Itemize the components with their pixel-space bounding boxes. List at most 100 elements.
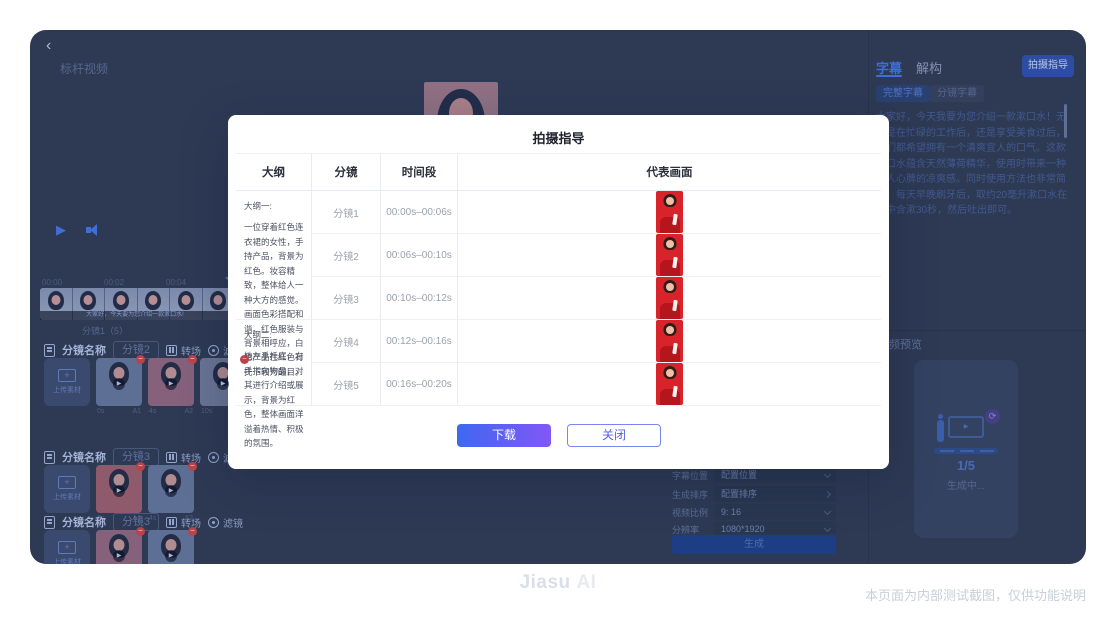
transition-button[interactable]: 转场: [166, 450, 201, 465]
clip-thumbnail[interactable]: ▶: [148, 530, 194, 564]
setting-row-aspect-ratio: 视频比例 9: 16: [672, 504, 836, 520]
upload-material-button[interactable]: + 上传素材: [44, 358, 90, 406]
play-icon: ▶: [165, 550, 177, 562]
player-frame-icon: ▶: [948, 416, 984, 438]
shot-cell: 分镜4: [312, 320, 381, 363]
upload-folder-icon: +: [58, 476, 76, 489]
time-cell: 00:06s–00:10s: [381, 234, 458, 277]
frame-image: [656, 277, 683, 319]
guide-table: 大纲 分镜 时间段 代表画面 大纲一: 一位穿着红色连衣裙的女性，手持产品，背景…: [236, 153, 881, 406]
storyboard-clips-1: + 上传素材 ▶ 0sA1 ▶ 4sA2 ▶ 10sA3: [44, 358, 246, 406]
frame-image: [656, 234, 683, 276]
video-preview-card: ▶ ⟳ 1/5 生成中...: [914, 360, 1018, 538]
filter-button[interactable]: 滤镜: [208, 515, 243, 530]
back-icon[interactable]: ‹: [46, 38, 51, 54]
pill-full-subtitle[interactable]: 完整字幕: [876, 85, 930, 102]
upload-material-button[interactable]: + 上传素材: [44, 465, 90, 513]
frame-cell: [458, 363, 881, 406]
column-header-shot: 分镜: [312, 154, 381, 191]
document-icon: [44, 344, 55, 357]
disclaimer-text: 本页面为内部测试截图，仅供功能说明: [865, 585, 1086, 604]
frame-cell: [458, 277, 881, 320]
filter-icon: [208, 345, 219, 356]
scrollbar[interactable]: [1064, 104, 1067, 138]
shot-cell: 分镜1: [312, 191, 381, 234]
transition-button[interactable]: 转场: [166, 343, 201, 358]
progress-bar-icon: [934, 448, 998, 454]
column-header-outline: 大纲: [236, 154, 312, 191]
column-header-frame: 代表画面: [458, 154, 881, 191]
play-icon: ▶: [217, 378, 229, 390]
play-icon[interactable]: ▶: [56, 222, 66, 238]
timeline-tick: 00:04: [166, 278, 186, 287]
play-icon: ▶: [113, 378, 125, 390]
aspect-ratio-select[interactable]: 9: 16: [714, 504, 836, 520]
column-header-timerange: 时间段: [381, 154, 458, 191]
volume-icon[interactable]: [86, 224, 102, 236]
generate-button[interactable]: 生成: [672, 535, 836, 554]
close-button[interactable]: 关闭: [567, 424, 661, 447]
frame-cell: [458, 191, 881, 234]
filter-icon: [208, 517, 219, 528]
frame-image: [656, 363, 683, 405]
clip-thumbnail[interactable]: ▶ 0sA1: [96, 358, 142, 406]
remove-clip-icon[interactable]: [240, 355, 249, 364]
clip-thumbnail[interactable]: ▶: [96, 530, 142, 564]
shot-cell: 分镜5: [312, 363, 381, 406]
storyboard-clips-2: + 上传素材 ▶ 2sA1 ▶ 4sA2: [44, 465, 194, 513]
filter-icon: [208, 452, 219, 463]
download-button[interactable]: 下载: [457, 424, 551, 447]
document-icon: [44, 451, 55, 464]
refresh-icon: ⟳: [985, 409, 1000, 424]
remove-clip-icon[interactable]: [188, 462, 197, 471]
transition-icon: [166, 345, 177, 356]
remove-clip-icon[interactable]: [136, 527, 145, 536]
tab-active-underline: [876, 75, 902, 77]
clip-thumbnail[interactable]: ▶ 4sA2: [148, 465, 194, 513]
upload-folder-icon: +: [58, 369, 76, 382]
remove-clip-icon[interactable]: [188, 355, 197, 364]
pill-shot-subtitle[interactable]: 分镜字幕: [930, 85, 984, 102]
play-icon: ▶: [165, 485, 177, 497]
shooting-guide-button[interactable]: 拍摄指导: [1022, 55, 1074, 77]
upload-material-button[interactable]: + 上传素材: [44, 530, 90, 564]
clip-thumbnail[interactable]: ▶ 4sA2: [148, 358, 194, 406]
setting-row-subtitle-position: 字幕位置 配置位置: [672, 467, 836, 483]
benchmark-video-label: 标杆视频: [60, 60, 108, 77]
shot-cell: 分镜3: [312, 277, 381, 320]
segment-label-1: 分镜1（5）: [82, 324, 128, 337]
shot-name-label: 分镜名称: [62, 342, 106, 358]
time-cell: 00:16s–00:20s: [381, 363, 458, 406]
section-divider: [868, 330, 1086, 331]
subtitle-position-select[interactable]: 配置位置: [714, 467, 836, 483]
subtitle-text[interactable]: 大家好，今天我要为您介绍一款漱口水！无论是在忙碌的工作后，还是享受美食过后，我们…: [876, 110, 1068, 290]
progress-status: 生成中...: [914, 477, 1018, 492]
transition-icon: [166, 517, 177, 528]
frame-cell: [458, 234, 881, 277]
play-icon: ▶: [165, 378, 177, 390]
generating-illustration: ▶ ⟳: [934, 414, 998, 454]
tab-deconstruct[interactable]: 解构: [916, 58, 942, 77]
time-cell: 00:12s–00:16s: [381, 320, 458, 363]
shot-name-label: 分镜名称: [62, 514, 106, 530]
timeline-tick: 00:02: [104, 278, 124, 287]
shot-cell: 分镜2: [312, 234, 381, 277]
generate-order-select[interactable]: 配置排序: [714, 486, 836, 502]
upload-folder-icon: +: [58, 541, 76, 554]
transition-icon: [166, 452, 177, 463]
remove-clip-icon[interactable]: [136, 355, 145, 364]
transition-button[interactable]: 转场: [166, 515, 201, 530]
frame-image: [656, 191, 683, 233]
play-icon: ▶: [113, 550, 125, 562]
clip-thumbnail[interactable]: ▶ 2sA1: [96, 465, 142, 513]
person-icon: [937, 420, 944, 442]
progress-count: 1/5: [914, 458, 1018, 473]
frame-cell: [458, 320, 881, 363]
remove-clip-icon[interactable]: [136, 462, 145, 471]
modal-title: 拍摄指导: [228, 128, 889, 147]
timeline-tick: 00:00: [42, 278, 62, 287]
outline-cell-2: 大纲二: 她左手托底，右手指向物品，对其进行介绍或展示，背景为红色，整体画面洋溢…: [236, 320, 312, 406]
outline-cell-1: 大纲一: 一位穿着红色连衣裙的女性，手持产品，背景为红色。妆容精致，整体给人一种…: [236, 191, 312, 320]
setting-row-generate-order: 生成排序 配置排序: [672, 486, 836, 502]
remove-clip-icon[interactable]: [188, 527, 197, 536]
